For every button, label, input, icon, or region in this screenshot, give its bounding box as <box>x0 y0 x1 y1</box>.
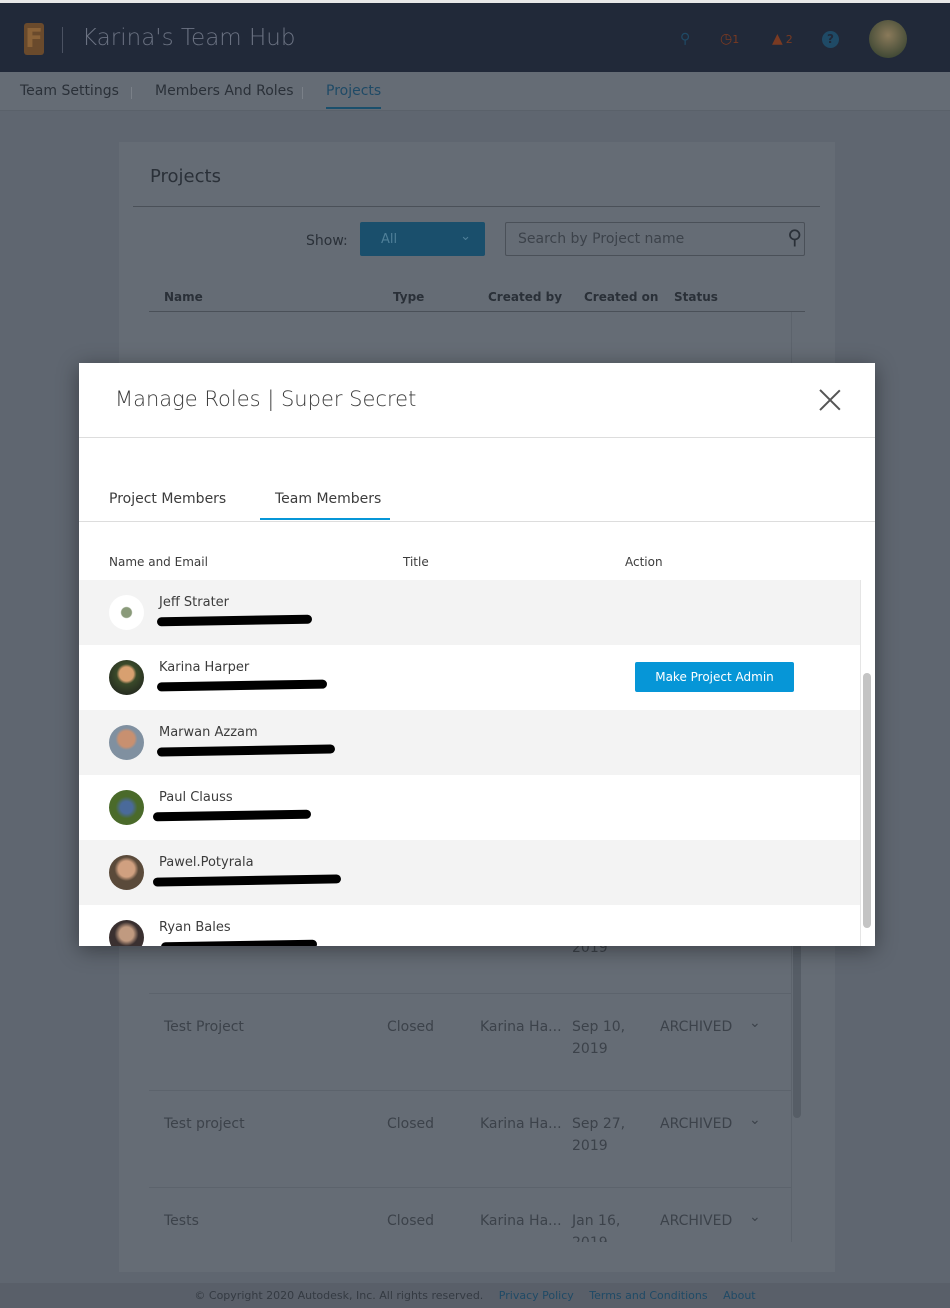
column-created-by[interactable]: Created by <box>488 290 562 304</box>
chevron-down-icon: ⌄ <box>460 229 471 244</box>
divider <box>79 521 875 522</box>
active-tab-indicator <box>260 518 390 520</box>
divider <box>149 311 805 312</box>
project-type: Closed <box>387 1213 435 1229</box>
project-status: ARCHIVED <box>660 1116 733 1132</box>
bell-icon[interactable]: ▲ 2 <box>772 31 793 47</box>
redaction <box>156 744 336 757</box>
show-value: All <box>381 232 398 247</box>
member-name: Pawel.Potyrala <box>159 855 254 870</box>
terms-link[interactable]: Terms and Conditions <box>589 1289 707 1302</box>
clock-icon[interactable]: ◷1 <box>720 31 739 47</box>
member-name: Jeff Strater <box>159 595 230 610</box>
avatar <box>109 725 144 760</box>
column-name[interactable]: Name <box>164 290 203 304</box>
redaction <box>152 874 342 887</box>
project-type: Closed <box>387 1116 435 1132</box>
copyright: © Copyright 2020 Autodesk, Inc. All righ… <box>194 1289 484 1302</box>
clock-count: 1 <box>732 33 740 46</box>
list-item: Karina Harper Make Project Admin <box>79 645 860 710</box>
project-date: Sep 27, 2019 <box>572 1116 626 1154</box>
column-type[interactable]: Type <box>393 290 424 304</box>
scrollbar-thumb[interactable] <box>863 673 871 928</box>
project-search-input[interactable]: Search by Project name ⚲ <box>505 222 805 256</box>
top-header: F Karina's Team Hub ⚲ ◷1 ▲ 2 ? <box>0 0 950 72</box>
fusion-logo: F <box>24 23 44 55</box>
divider <box>302 87 303 99</box>
project-status: ARCHIVED <box>660 1019 733 1035</box>
project-name[interactable]: Tests <box>164 1210 199 1232</box>
project-status: ARCHIVED <box>660 1213 733 1229</box>
member-name: Karina Harper <box>159 660 250 675</box>
avatar <box>109 790 144 825</box>
tab-project-members[interactable]: Project Members <box>109 491 226 507</box>
table-row[interactable]: Tests Closed Karina Ha... Jan 16, 2019 A… <box>149 1187 791 1242</box>
chevron-down-icon[interactable]: ⌄ <box>749 1206 761 1228</box>
privacy-policy-link[interactable]: Privacy Policy <box>499 1289 574 1302</box>
table-row[interactable]: Test project Closed Karina Ha... Sep 27,… <box>149 1090 791 1187</box>
member-name: Marwan Azzam <box>159 725 258 740</box>
make-project-admin-button[interactable]: Make Project Admin <box>635 662 794 692</box>
member-name: Ryan Bales <box>159 920 231 935</box>
tab-projects[interactable]: Projects <box>326 83 382 109</box>
chevron-down-icon[interactable]: ⌄ <box>749 1012 761 1034</box>
hub-title: Karina's Team Hub <box>82 25 296 51</box>
manage-roles-dialog: Manage Roles | Super Secret Project Memb… <box>79 363 875 946</box>
avatar <box>109 660 144 695</box>
list-item: Pawel.Potyrala <box>79 840 860 905</box>
divider <box>133 206 820 207</box>
member-name: Paul Clauss <box>159 790 233 805</box>
project-name[interactable]: Test Project <box>164 1016 244 1038</box>
project-date: Sep 10, 2019 <box>572 1019 626 1057</box>
avatar <box>109 595 144 630</box>
project-name[interactable]: Test project <box>164 1113 245 1135</box>
divider <box>62 27 63 53</box>
table-row[interactable]: Test Project Closed Karina Ha... Sep 10,… <box>149 993 791 1090</box>
user-avatar[interactable] <box>869 20 907 58</box>
page-title: Projects <box>150 166 221 187</box>
search-icon[interactable]: ⚲ <box>680 31 690 47</box>
redaction <box>152 809 312 822</box>
list-item: Paul Clauss <box>79 775 860 840</box>
project-creator: Karina Ha... <box>480 1116 562 1132</box>
divider <box>79 437 875 438</box>
dialog-title: Manage Roles | Super Secret <box>115 387 417 411</box>
help-icon[interactable]: ? <box>822 31 839 48</box>
footer: © Copyright 2020 Autodesk, Inc. All righ… <box>0 1283 950 1308</box>
avatar <box>109 855 144 890</box>
column-title: Title <box>403 555 429 569</box>
member-list: Jeff Strater Karina Harper Make Project A… <box>79 580 860 946</box>
column-name-email: Name and Email <box>109 555 208 569</box>
tab-members-and-roles[interactable]: Members And Roles <box>155 83 294 99</box>
column-status[interactable]: Status <box>674 290 718 304</box>
list-item: Ryan Bales <box>79 905 860 946</box>
search-icon[interactable]: ⚲ <box>787 225 802 249</box>
show-label: Show: <box>306 233 348 249</box>
list-item: Jeff Strater <box>79 580 860 645</box>
column-action: Action <box>625 555 663 569</box>
close-icon[interactable] <box>819 389 841 411</box>
about-link[interactable]: About <box>723 1289 756 1302</box>
project-creator: Karina Ha... <box>480 1213 562 1229</box>
team-nav: Team Settings Members And Roles Projects <box>0 72 950 111</box>
avatar <box>109 920 144 946</box>
list-item: Marwan Azzam <box>79 710 860 775</box>
project-type: Closed <box>387 1019 435 1035</box>
redaction <box>156 679 328 692</box>
project-date: Jan 16, 2019 <box>572 1213 621 1242</box>
redaction <box>156 614 313 627</box>
show-filter-select[interactable]: All ⌄ <box>360 222 485 256</box>
search-placeholder: Search by Project name <box>518 231 685 247</box>
tab-team-settings[interactable]: Team Settings <box>20 83 119 99</box>
tab-team-members[interactable]: Team Members <box>275 491 381 507</box>
redaction <box>160 939 318 946</box>
project-creator: Karina Ha... <box>480 1019 562 1035</box>
chevron-down-icon[interactable]: ⌄ <box>749 1109 761 1131</box>
divider <box>131 87 132 99</box>
bell-count: 2 <box>785 33 793 46</box>
column-created-on[interactable]: Created on <box>584 290 658 304</box>
